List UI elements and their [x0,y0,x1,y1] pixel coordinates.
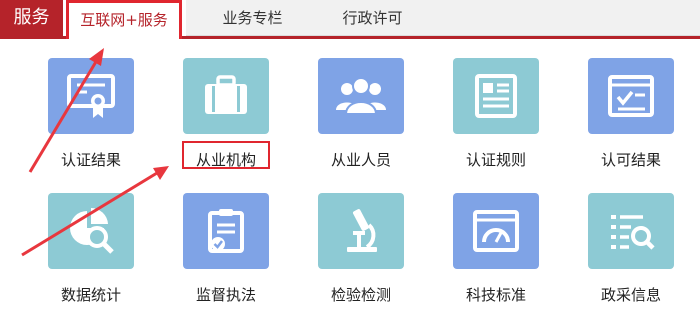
tile-label: 科技标准 [465,286,526,304]
section-tag: 服务 [0,0,63,36]
tile-icon-box [588,58,674,134]
tile-icon-box [183,58,269,134]
tile-data-statistics[interactable]: 数据统计 [41,193,141,305]
approval-window-icon [608,75,654,117]
tile-label: 从业人员 [330,151,391,169]
chart-magnifier-icon [70,207,114,254]
tile-government-procurement[interactable]: 政采信息 [581,193,681,305]
gauge-window-icon [473,210,519,252]
tile-icon-box [453,58,539,134]
tile-practitioners[interactable]: 从业人员 [311,58,411,170]
tile-inspection-testing[interactable]: 检验检测 [311,193,411,305]
list-search-icon [611,215,655,250]
tab-internet-plus-service[interactable]: 互联网+服务 [66,0,182,39]
tile-icon-box [183,193,269,269]
tile-certification-results[interactable]: 认证结果 [41,58,141,170]
tile-certification-rules[interactable]: 认证规则 [446,58,546,170]
tile-label: 认证结果 [60,151,121,169]
tile-technology-standards[interactable]: 科技标准 [446,193,546,305]
clipboard-check-icon [208,209,244,253]
tab-bar: 服务 互联网+服务 业务专栏 行政许可 [0,0,700,39]
tile-icon-box [588,193,674,269]
tile-label: 政采信息 [600,286,661,304]
tile-supervision-enforcement[interactable]: 监督执法 [176,193,276,305]
tile-label: 检验检测 [330,286,391,304]
tile-icon-box [453,193,539,269]
annotation-highlight-box [182,141,270,169]
annotation-arrowhead-label [153,166,169,180]
tile-label: 数据统计 [60,286,121,304]
tile-icon-box [318,193,404,269]
tile-label: 认可结果 [600,151,661,169]
rules-document-icon [475,74,517,118]
tab-business-column[interactable]: 业务专栏 [200,0,305,36]
tab-administrative-license[interactable]: 行政许可 [320,0,425,36]
tile-accreditation-results[interactable]: 认可结果 [581,58,681,170]
briefcase-icon [205,75,247,114]
tile-icon-box [318,58,404,134]
people-group-icon [336,77,386,115]
tile-icon-box [48,58,134,134]
certificate-icon [67,74,115,118]
tile-label: 监督执法 [195,286,256,304]
tile-label: 认证规则 [465,151,526,169]
tile-icon-box [48,193,134,269]
microscope-icon [347,209,377,252]
